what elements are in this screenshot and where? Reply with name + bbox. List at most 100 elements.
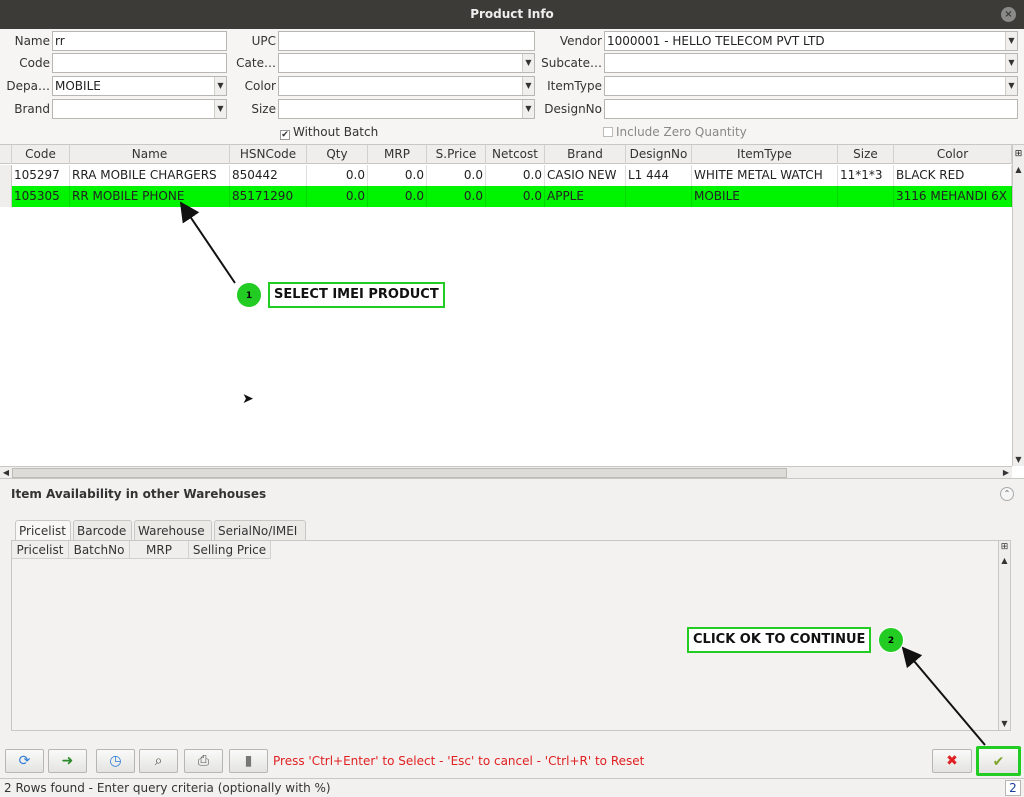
color-select[interactable]: ▼	[278, 76, 535, 96]
tab-barcode[interactable]: Barcode	[73, 520, 132, 540]
itemtype-select[interactable]: ▼	[604, 76, 1018, 96]
grid-horizontal-scrollbar[interactable]: ◀ ▶	[0, 466, 1012, 478]
cell-mrp[interactable]: 0.0	[368, 186, 427, 207]
zoom-button[interactable]: ⌕	[139, 749, 178, 773]
column-header-hsncode[interactable]: HSNCode	[230, 145, 307, 164]
delete-button[interactable]: ▮	[229, 749, 268, 773]
designno-field[interactable]	[604, 99, 1018, 119]
cell-hsncode[interactable]: 850442	[230, 165, 307, 186]
column-header-sprice[interactable]: S.Price	[427, 145, 486, 164]
tab-warehouse[interactable]: Warehouse	[134, 520, 212, 540]
chevron-down-icon[interactable]: ▼	[214, 100, 226, 118]
scroll-up-icon[interactable]: ▲	[1013, 164, 1024, 176]
column-header-name[interactable]: Name	[70, 145, 230, 164]
brand-select[interactable]: ▼	[52, 99, 227, 119]
cell-qty[interactable]: 0.0	[307, 165, 368, 186]
zoom-icon: ⌕	[154, 753, 163, 769]
cell-brand[interactable]: CASIO NEW	[545, 165, 626, 186]
cell-size[interactable]: 11*1*3	[838, 165, 894, 186]
row-header[interactable]	[0, 165, 12, 186]
checkbox-empty-icon[interactable]	[603, 127, 613, 137]
redo-button[interactable]: ➜	[48, 749, 87, 773]
chevron-down-icon[interactable]: ▼	[522, 54, 534, 72]
checkbox-checked-icon[interactable]: ✔	[280, 130, 290, 140]
callout-select-imei-product: SELECT IMEI PRODUCT	[268, 282, 445, 308]
cell-netcost[interactable]: 0.0	[486, 186, 545, 207]
column-header-code[interactable]: Code	[12, 145, 70, 164]
cell-sprice[interactable]: 0.0	[427, 186, 486, 207]
cell-itemtype[interactable]: MOBILE	[692, 186, 838, 207]
chevron-down-icon[interactable]: ▼	[522, 100, 534, 118]
refresh-button[interactable]: ⟳	[5, 749, 44, 773]
department-select[interactable]: MOBILE ▼	[52, 76, 227, 96]
cell-color[interactable]: BLACK RED	[894, 165, 1012, 186]
cell-color[interactable]: 3116 MEHANDI 6X	[894, 186, 1012, 207]
cell-code[interactable]: 105297	[12, 165, 70, 186]
cell-brand[interactable]: APPLE	[545, 186, 626, 207]
column-header-color[interactable]: Color	[894, 145, 1012, 164]
window-titlebar: Product Info ×	[0, 0, 1024, 29]
cell-qty[interactable]: 0.0	[307, 186, 368, 207]
cell-hsncode[interactable]: 85171290	[230, 186, 307, 207]
cancel-button[interactable]: ✖	[932, 749, 972, 773]
scroll-down-icon[interactable]: ▼	[999, 718, 1010, 730]
close-window-icon[interactable]: ×	[1001, 7, 1016, 22]
vendor-select[interactable]: 1000001 - HELLO TELECOM PVT LTD ▼	[604, 31, 1018, 51]
size-select[interactable]: ▼	[278, 99, 535, 119]
row-header[interactable]	[0, 186, 12, 207]
cell-name[interactable]: RRA MOBILE CHARGERS	[70, 165, 230, 186]
cell-name[interactable]: RR MOBILE PHONE	[70, 186, 230, 207]
scroll-up-icon[interactable]: ▲	[999, 555, 1010, 567]
cell-netcost[interactable]: 0.0	[486, 165, 545, 186]
cell-designno[interactable]	[626, 186, 692, 207]
cell-designno[interactable]: L1 444	[626, 165, 692, 186]
code-field[interactable]	[52, 53, 227, 73]
column-header-size[interactable]: Size	[838, 145, 894, 164]
chevron-down-icon[interactable]: ▼	[1005, 54, 1017, 72]
cell-itemtype[interactable]: WHITE METAL WATCH	[692, 165, 838, 186]
column-control-icon[interactable]: ⊞	[1012, 145, 1024, 164]
column-header-batchno[interactable]: BatchNo	[69, 541, 130, 559]
without-batch-checkbox[interactable]: ✔ Without Batch	[280, 123, 378, 141]
column-header-itemtype[interactable]: ItemType	[692, 145, 838, 164]
history-button[interactable]: ◷	[96, 749, 135, 773]
column-header-mrp[interactable]: MRP	[130, 541, 189, 559]
column-header-qty[interactable]: Qty	[307, 145, 368, 164]
subcategory-select[interactable]: ▼	[604, 53, 1018, 73]
column-header-selling-price[interactable]: Selling Price	[189, 541, 271, 559]
pricelist-vertical-scrollbar[interactable]: ⊞ ▲ ▼	[998, 541, 1010, 730]
cell-size[interactable]	[838, 186, 894, 207]
print-button[interactable]: ⎙	[184, 749, 223, 773]
ok-button[interactable]: ✔	[976, 746, 1021, 776]
chevron-down-icon[interactable]: ▼	[1005, 77, 1017, 95]
category-select[interactable]: ▼	[278, 53, 535, 73]
column-header-netcost[interactable]: Netcost	[486, 145, 545, 164]
column-control-icon[interactable]: ⊞	[999, 541, 1010, 553]
cancel-icon: ✖	[946, 753, 958, 769]
column-header-designno[interactable]: DesignNo	[626, 145, 692, 164]
column-header-brand[interactable]: Brand	[545, 145, 626, 164]
grid-vertical-scrollbar[interactable]: ▲ ▼	[1012, 164, 1024, 466]
name-field[interactable]: rr	[52, 31, 227, 51]
table-row[interactable]: 105297 RRA MOBILE CHARGERS 850442 0.0 0.…	[0, 165, 1012, 186]
code-label: Code	[19, 56, 50, 70]
tab-serialno-imei[interactable]: SerialNo/IMEI	[214, 520, 306, 540]
callout-click-ok: CLICK OK TO CONTINUE	[687, 627, 872, 653]
scrollbar-thumb[interactable]	[12, 468, 787, 478]
scroll-right-icon[interactable]: ▶	[1000, 467, 1012, 478]
chevron-down-icon[interactable]: ▼	[522, 77, 534, 95]
column-header-mrp[interactable]: MRP	[368, 145, 427, 164]
collapse-icon[interactable]: ⌃	[1000, 487, 1014, 501]
tab-pricelist[interactable]: Pricelist	[15, 520, 71, 540]
cell-sprice[interactable]: 0.0	[427, 165, 486, 186]
scroll-left-icon[interactable]: ◀	[0, 467, 12, 478]
column-header-pricelist[interactable]: Pricelist	[12, 541, 69, 559]
include-zero-quantity-checkbox[interactable]: Include Zero Quantity	[603, 123, 747, 141]
chevron-down-icon[interactable]: ▼	[1005, 32, 1017, 50]
chevron-down-icon[interactable]: ▼	[214, 77, 226, 95]
scroll-down-icon[interactable]: ▼	[1013, 454, 1024, 466]
table-row-selected[interactable]: 105305 RR MOBILE PHONE 85171290 0.0 0.0 …	[0, 186, 1012, 207]
cell-mrp[interactable]: 0.0	[368, 165, 427, 186]
upc-field[interactable]	[278, 31, 535, 51]
cell-code[interactable]: 105305	[12, 186, 70, 207]
